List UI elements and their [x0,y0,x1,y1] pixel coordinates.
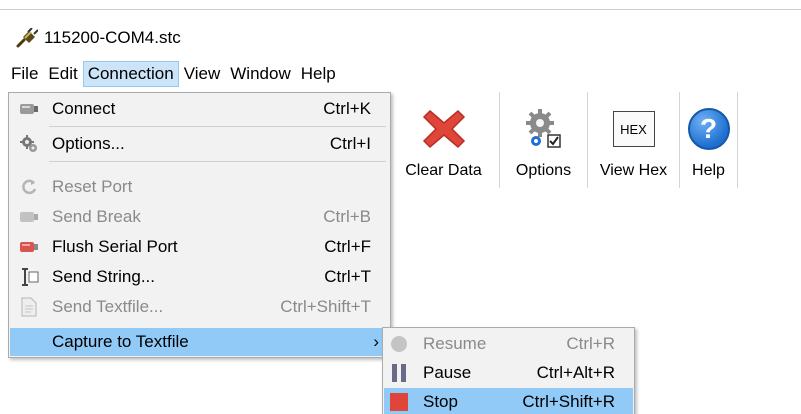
menu-item-reset-port[interactable]: Reset Port [10,173,389,201]
plug-icon [16,27,39,48]
menu-view[interactable]: View [179,61,226,87]
menu-item-shortcut: Ctrl+I [329,134,371,153]
menu-separator [49,126,386,127]
submenu-item-pause[interactable]: Pause Ctrl+Alt+R [384,359,633,387]
textfile-icon [18,297,40,317]
reset-icon [18,178,40,196]
hex-icon-text: HEX [620,121,647,137]
menu-item-send-textfile[interactable]: Send Textfile... Ctrl+Shift+T [10,293,389,321]
text-cursor-icon [18,268,40,286]
submenu-item-shortcut: Ctrl+Shift+R [522,392,615,411]
red-x-icon [421,106,467,152]
menu-item-send-break[interactable]: Send Break Ctrl+B [10,203,389,231]
menu-item-label: Options... [52,134,125,153]
menu-file[interactable]: File [6,61,43,87]
menu-item-shortcut: Ctrl+K [323,99,371,118]
menu-item-connect[interactable]: Connect Ctrl+K [10,95,389,123]
menu-item-label: Send String... [52,267,156,286]
menu-item-shortcut: Ctrl+F [324,237,371,256]
submenu-item-shortcut: Ctrl+R [566,334,615,353]
menu-item-label: Send Textfile... [52,297,164,316]
clear-data-button[interactable]: Clear Data [388,92,500,188]
menu-connection[interactable]: Connection [82,61,179,87]
hex-icon: HEX [611,106,657,152]
menu-window[interactable]: Window [225,61,295,87]
menu-item-shortcut: Ctrl+T [324,267,371,286]
question-icon-text: ? [699,113,718,144]
menu-item-label: Capture to Textfile [52,332,189,351]
submenu-item-label: Stop [423,392,458,411]
connection-menu: Connect Ctrl+K Options... Ctrl+I Reset P… [8,92,391,358]
pause-icon [388,363,410,383]
menu-item-capture-to-textfile[interactable]: Capture to Textfile › [10,328,389,356]
menu-edit[interactable]: Edit [43,61,82,87]
menu-item-options[interactable]: Options... Ctrl+I [10,130,389,158]
chevron-right-icon: › [373,332,379,351]
help-button[interactable]: ? Help [680,92,738,188]
view-hex-button[interactable]: HEX View Hex [588,92,680,188]
menu-bar: File Edit Connection View Window Help [6,60,341,88]
menu-item-flush-serial-port[interactable]: Flush Serial Port Ctrl+F [10,233,389,261]
menu-separator [49,161,386,162]
menu-help[interactable]: Help [296,61,341,87]
submenu-item-stop[interactable]: Stop Ctrl+Shift+R [384,388,633,414]
submenu-item-shortcut: Ctrl+Alt+R [536,363,615,382]
window-title: 115200-COM4.stc [44,28,181,47]
capture-icon [18,333,40,351]
menu-item-label: Connect [52,99,116,118]
menu-item-label: Flush Serial Port [52,237,178,256]
send-break-icon [18,208,40,226]
menu-item-send-string[interactable]: Send String... Ctrl+T [10,263,389,291]
options-button[interactable]: Options [500,92,588,188]
menu-item-shortcut: Ctrl+Shift+T [280,297,371,316]
connect-icon [18,100,40,118]
submenu-item-label: Pause [423,363,472,382]
flush-icon [18,238,40,256]
help-label: Help [692,162,725,179]
window-title-bar: 115200-COM4.stc [16,24,181,52]
stop-icon [388,392,410,412]
submenu-item-resume[interactable]: Resume Ctrl+R [384,330,633,358]
resume-icon [388,334,410,354]
toolbar: Clear Data Options HEX View Hex ? Help [388,92,738,188]
view-hex-label: View Hex [599,162,668,179]
question-icon: ? [686,106,732,152]
gears-icon [521,106,567,152]
menu-item-shortcut: Ctrl+B [323,207,371,226]
window-top-border [0,9,801,10]
options-gear-icon [18,135,40,153]
capture-submenu: Resume Ctrl+R Pause Ctrl+Alt+R Stop Ctrl… [382,327,635,414]
options-label: Options [515,162,572,179]
submenu-item-label: Resume [423,334,487,353]
menu-item-label: Reset Port [52,177,133,196]
menu-item-label: Send Break [52,207,141,226]
clear-data-label: Clear Data [405,162,482,179]
